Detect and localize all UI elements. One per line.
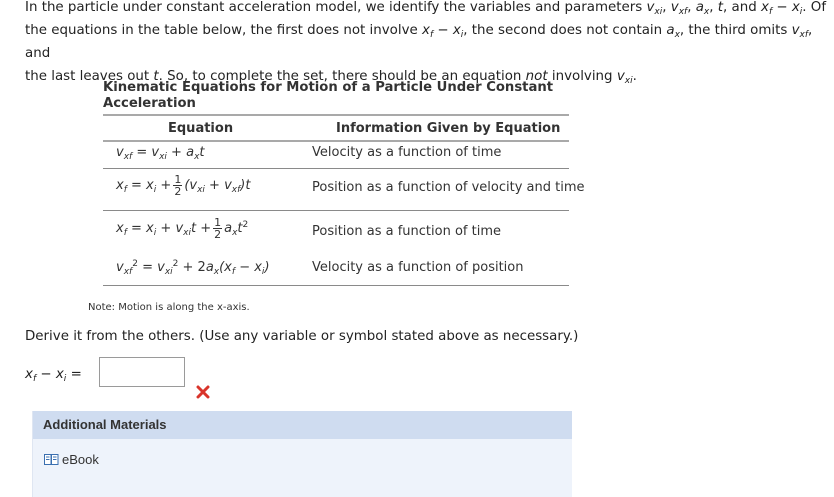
- additional-materials-panel: Additional Materials eBook: [32, 411, 572, 497]
- table-bottom-rule: [103, 285, 569, 286]
- ebook-link[interactable]: eBook: [44, 452, 99, 467]
- info-3: Position as a function of time: [312, 224, 501, 239]
- table-top-rule: [103, 114, 569, 116]
- info-2: Position as a function of velocity and t…: [312, 180, 585, 195]
- table-title: Kinematic Equations for Motion of a Part…: [103, 80, 554, 111]
- column-header-equation: Equation: [168, 121, 234, 136]
- additional-materials-title: Additional Materials: [33, 411, 572, 439]
- equation-4: vxf2 = vxi2 + 2ax(xf − xi): [116, 259, 270, 277]
- equation-2: xf = xi +1 2 (vxi + vxf)t: [116, 173, 251, 198]
- table-note: Note: Motion is along the x-axis.: [88, 302, 250, 313]
- derive-instruction: Derive it from the others. (Use any vari…: [25, 329, 579, 344]
- equation-1: vxf = vxi + axt: [116, 145, 205, 162]
- answer-label: xf − xi =: [25, 367, 82, 384]
- ebook-label: eBook: [62, 452, 99, 467]
- row-rule: [103, 168, 569, 169]
- answer-input[interactable]: [99, 357, 185, 387]
- info-4: Velocity as a function of position: [312, 260, 524, 275]
- problem-statement: In the particle under constant accelerat…: [25, 0, 827, 86]
- column-header-info: Information Given by Equation: [336, 121, 561, 136]
- incorrect-x-icon: [196, 385, 210, 399]
- row-rule: [103, 210, 569, 211]
- book-icon: [44, 454, 59, 465]
- equation-3: xf = xi + vxit +1 2 axt2: [116, 216, 249, 241]
- header-rule: [103, 140, 569, 142]
- info-1: Velocity as a function of time: [312, 145, 502, 160]
